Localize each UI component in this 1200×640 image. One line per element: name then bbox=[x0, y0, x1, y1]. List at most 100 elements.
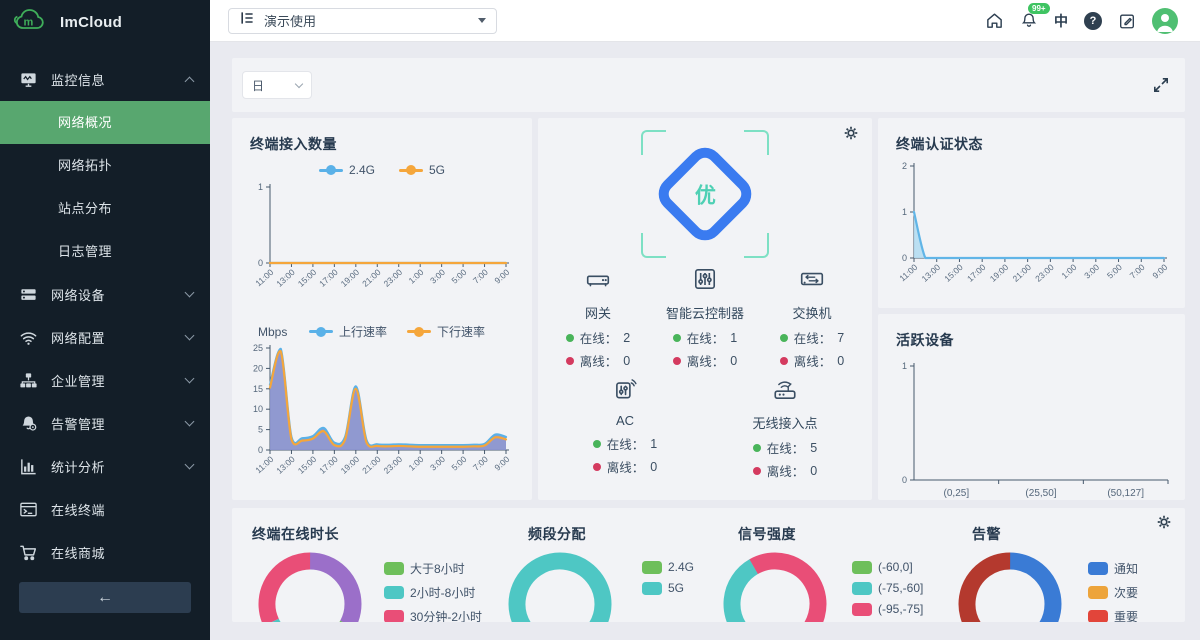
sidebar-collapse-button[interactable]: ← bbox=[19, 582, 191, 613]
legend-label: 5G bbox=[429, 163, 445, 177]
notification-badge: 99+ bbox=[1028, 3, 1050, 14]
online-count: 7 bbox=[837, 331, 844, 345]
feedback-edit-icon[interactable] bbox=[1118, 12, 1136, 30]
svg-text:25: 25 bbox=[253, 343, 263, 353]
legend-item[interactable]: 5G bbox=[399, 163, 445, 177]
svg-text:7:00: 7:00 bbox=[1128, 262, 1147, 281]
bell-icon[interactable]: 99+ bbox=[1020, 11, 1038, 30]
legend-item[interactable]: (-75,-60] bbox=[852, 581, 923, 595]
device-ac: AC 在线：1 离线：0 bbox=[577, 376, 673, 480]
period-selector-value: 日 bbox=[252, 77, 264, 94]
sidebar-item-label: 在线终端 bbox=[51, 500, 193, 519]
sidebar: m ImCloud 监控信息 网络概况 网络拓扑 站点分布 日志管理 网络设备 bbox=[0, 0, 210, 640]
svg-text:1:00: 1:00 bbox=[1059, 262, 1078, 281]
org-selector[interactable]: 演示使用 bbox=[228, 8, 497, 34]
active-devices-chart[interactable]: 01(0,25](25,50](50,127] bbox=[888, 354, 1185, 511]
fullscreen-expand-icon[interactable] bbox=[1153, 77, 1169, 98]
sidebar-item-network-overview[interactable]: 网络概况 bbox=[0, 101, 210, 144]
language-toggle[interactable]: 中 bbox=[1054, 11, 1068, 31]
legend-item[interactable]: 2小时-8小时 bbox=[384, 584, 482, 601]
chevron-down-icon bbox=[295, 79, 303, 87]
online-dot bbox=[780, 334, 788, 342]
sidebar-item-alarm-management[interactable]: 告警管理 bbox=[0, 402, 210, 445]
corner-bracket-icon bbox=[641, 130, 666, 155]
corner-bracket-icon bbox=[744, 233, 769, 258]
svg-text:13:00: 13:00 bbox=[920, 262, 943, 284]
legend-item[interactable]: 通知 bbox=[1088, 560, 1138, 577]
svg-text:15:00: 15:00 bbox=[942, 262, 965, 284]
topbar-actions: 99+ 中 ? bbox=[985, 8, 1200, 34]
legend-item[interactable]: 次要 bbox=[1088, 584, 1138, 601]
legend-item[interactable]: (-60,0] bbox=[852, 560, 923, 574]
offline-label: 离线： bbox=[794, 351, 832, 370]
health-grade: 优 bbox=[695, 179, 716, 209]
legend-item[interactable]: 上行速率 bbox=[309, 323, 387, 340]
svg-text:11:00: 11:00 bbox=[253, 454, 275, 475]
legend-swatch bbox=[852, 582, 872, 595]
chart-legend: 大于8小时 2小时-8小时 30分钟-2小时 bbox=[384, 560, 482, 622]
sidebar-item-network-topology[interactable]: 网络拓扑 bbox=[0, 144, 210, 187]
svg-text:17:00: 17:00 bbox=[317, 267, 340, 289]
sidebar-item-log-management[interactable]: 日志管理 bbox=[0, 230, 210, 273]
period-selector[interactable]: 日 bbox=[242, 71, 312, 99]
svg-text:1:00: 1:00 bbox=[407, 267, 426, 286]
panel-title: 活跃设备 bbox=[878, 314, 1185, 350]
legend-swatch bbox=[1088, 610, 1108, 622]
alarms-donut[interactable] bbox=[958, 552, 1062, 622]
chart-legend: 2.4G 5G bbox=[232, 163, 532, 177]
legend-item[interactable]: 2.4G bbox=[319, 163, 375, 177]
signal-strength-donut[interactable] bbox=[723, 552, 827, 622]
sidebar-item-network-config[interactable]: 网络配置 bbox=[0, 316, 210, 359]
panel-donut-stats: 终端在线时长 频段分配 信号强度 告警 大于8小时2小时-8小时30分钟-2小时… bbox=[232, 508, 1185, 622]
offline-label: 离线： bbox=[580, 351, 618, 370]
user-avatar[interactable] bbox=[1152, 8, 1178, 34]
svg-text:1: 1 bbox=[902, 207, 907, 217]
legend-swatch bbox=[384, 562, 404, 575]
auth-status-chart[interactable]: 01211:0013:0015:0017:0019:0021:0023:001:… bbox=[888, 156, 1185, 311]
legend-item[interactable]: 大于8小时 bbox=[384, 560, 482, 577]
svg-text:0: 0 bbox=[258, 258, 263, 268]
offline-label: 离线： bbox=[607, 457, 645, 476]
offline-count: 0 bbox=[623, 354, 630, 368]
online-label: 在线： bbox=[580, 328, 618, 347]
org-icon bbox=[18, 371, 38, 390]
gear-icon[interactable] bbox=[843, 125, 859, 146]
corner-bracket-icon bbox=[744, 130, 769, 155]
device-cloud-controller: 智能云控制器 在线：1 离线：0 bbox=[657, 266, 753, 370]
legend-item[interactable]: 2.4G bbox=[642, 560, 694, 574]
sidebar-item-online-terminals[interactable]: 在线终端 bbox=[0, 488, 210, 531]
svg-text:3:00: 3:00 bbox=[1082, 262, 1101, 281]
legend-item[interactable]: 重要 bbox=[1088, 608, 1138, 622]
sidebar-item-statistics[interactable]: 统计分析 bbox=[0, 445, 210, 488]
legend-item[interactable]: 下行速率 bbox=[407, 323, 485, 340]
legend-item[interactable]: 5G bbox=[642, 581, 694, 595]
legend-item[interactable]: 30分钟-2小时 bbox=[384, 608, 482, 622]
gateway-icon bbox=[585, 266, 611, 297]
online-duration-donut[interactable] bbox=[258, 552, 362, 622]
gear-icon[interactable] bbox=[1156, 514, 1172, 535]
svg-text:23:00: 23:00 bbox=[382, 454, 405, 476]
ac-icon bbox=[612, 376, 638, 407]
sidebar-item-online-store[interactable]: 在线商城 bbox=[0, 531, 210, 574]
home-icon[interactable] bbox=[985, 11, 1004, 30]
sidebar-item-enterprise[interactable]: 企业管理 bbox=[0, 359, 210, 402]
device-gateway: 网关 在线：2 离线：0 bbox=[550, 266, 646, 370]
terminal-access-chart[interactable]: 0111:0013:0015:0017:0019:0021:0023:001:0… bbox=[242, 177, 532, 310]
cloud-controller-icon bbox=[692, 266, 718, 297]
legend-line-marker bbox=[309, 327, 333, 337]
sidebar-item-site-distribution[interactable]: 站点分布 bbox=[0, 187, 210, 230]
traffic-chart[interactable]: 051015202511:0013:0015:0017:0019:0021:00… bbox=[242, 340, 532, 503]
help-icon[interactable]: ? bbox=[1084, 12, 1102, 30]
band-allocation-donut[interactable] bbox=[508, 552, 612, 622]
sidebar-item-network-devices[interactable]: 网络设备 bbox=[0, 273, 210, 316]
panel-title: 终端在线时长 bbox=[252, 524, 339, 544]
health-badge: 优 bbox=[641, 130, 769, 258]
panel-title: 信号强度 bbox=[738, 524, 796, 544]
online-dot bbox=[593, 440, 601, 448]
sidebar-item-label: 网络配置 bbox=[51, 328, 186, 347]
sidebar-item-monitoring[interactable]: 监控信息 bbox=[0, 58, 210, 101]
legend-item[interactable]: (-95,-75] bbox=[852, 602, 923, 616]
online-label: 在线： bbox=[767, 438, 805, 457]
offline-count: 0 bbox=[650, 460, 657, 474]
offline-dot bbox=[780, 357, 788, 365]
